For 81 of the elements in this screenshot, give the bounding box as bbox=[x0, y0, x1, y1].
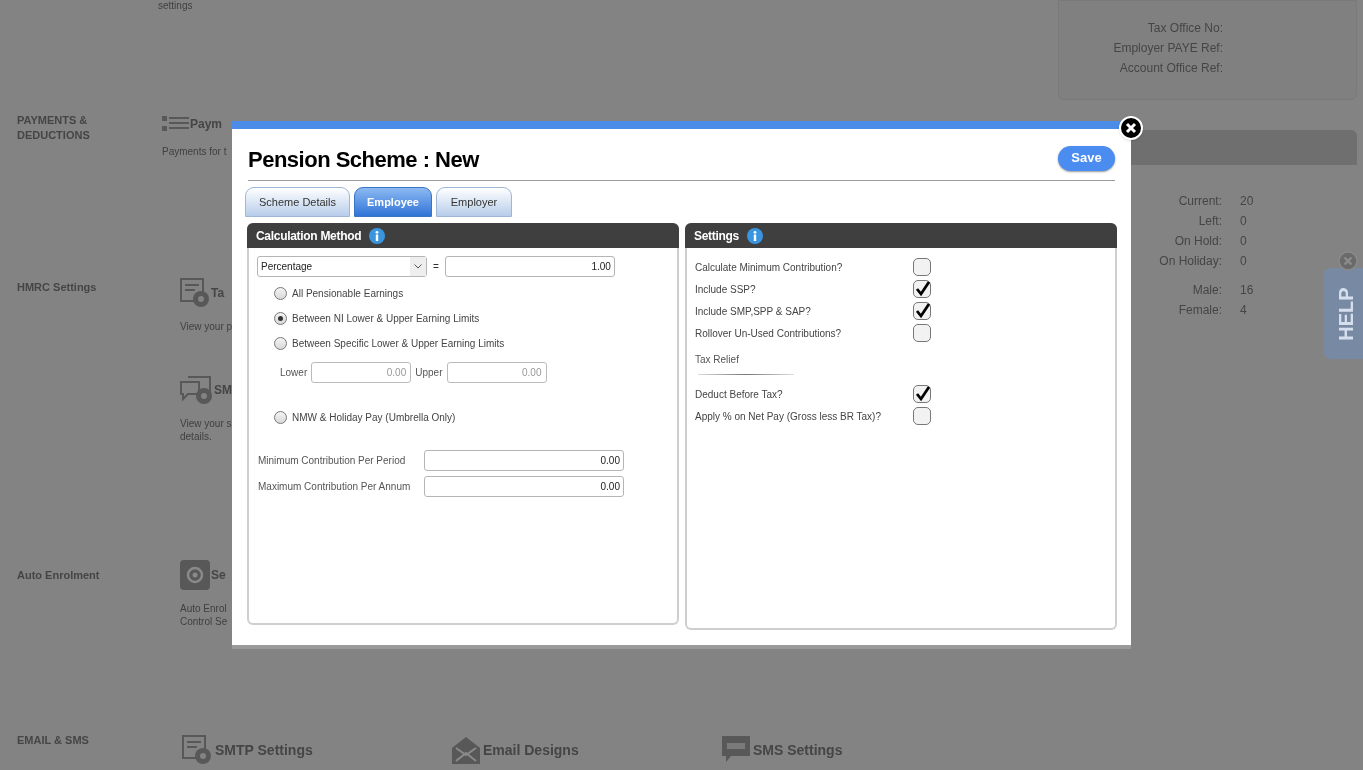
checkbox-label: Deduct Before Tax? bbox=[695, 387, 784, 402]
checkbox[interactable] bbox=[913, 280, 931, 298]
stat-label: On Hold: bbox=[1173, 233, 1222, 249]
chat-bubble-icon bbox=[722, 736, 750, 764]
item-description: Auto Enrol Control Se bbox=[180, 602, 228, 628]
document-gear-icon bbox=[182, 735, 212, 765]
section-label: Auto Enrolment bbox=[17, 568, 101, 583]
field-label: Minimum Contribution Per Period bbox=[258, 454, 407, 468]
item-description: View your s details. bbox=[180, 417, 233, 443]
stat-value: 4 bbox=[1240, 302, 1247, 318]
caret-icon bbox=[414, 264, 422, 269]
close-icon bbox=[1338, 251, 1358, 271]
item-description: View your p bbox=[180, 320, 233, 333]
tab[interactable]: Employer bbox=[436, 187, 512, 217]
contribution-field[interactable]: 0.00 bbox=[424, 476, 624, 497]
checkbox[interactable] bbox=[913, 324, 931, 342]
settings-link[interactable]: SMS Settings bbox=[753, 739, 843, 761]
list-icon bbox=[162, 116, 189, 132]
stat-label: On Holiday: bbox=[1158, 253, 1222, 269]
checkbox[interactable] bbox=[913, 385, 931, 403]
help-tab[interactable]: HELP bbox=[1323, 268, 1363, 359]
section-label: HMRC Settings bbox=[17, 280, 98, 295]
settings-link[interactable]: Paym bbox=[190, 115, 223, 133]
stat-value: 0 bbox=[1240, 233, 1247, 249]
stat-label: Left: bbox=[1197, 213, 1222, 229]
envelope-icon bbox=[452, 736, 480, 764]
checkbox-label: Include SMP,SPP & SAP? bbox=[695, 304, 812, 319]
settings-link[interactable]: SMTP Settings bbox=[215, 739, 313, 761]
stat-value: 16 bbox=[1240, 282, 1254, 298]
radio-button[interactable] bbox=[274, 411, 287, 424]
method-select[interactable]: Percentage bbox=[257, 256, 427, 277]
contribution-field[interactable]: 0.00 bbox=[424, 450, 624, 471]
field-label: Lower bbox=[280, 366, 308, 380]
stat-value: 0 bbox=[1240, 213, 1247, 229]
checkbox-label: Apply % on Net Pay (Gross less BR Tax)? bbox=[695, 409, 882, 424]
checkbox[interactable] bbox=[913, 302, 931, 320]
close-button[interactable] bbox=[1119, 116, 1143, 140]
settings-link[interactable]: Ta bbox=[211, 284, 225, 302]
checkbox[interactable] bbox=[913, 407, 931, 425]
field-label: Employer PAYE Ref: bbox=[1112, 40, 1223, 56]
item-description: Payments for t bbox=[162, 145, 227, 158]
save-button[interactable]: Save bbox=[1058, 145, 1115, 171]
field-label: Tax Office No: bbox=[1146, 20, 1223, 36]
radio-label: NMW & Holiday Pay (Umbrella Only) bbox=[292, 411, 456, 425]
section-label: EMAIL & SMS bbox=[17, 733, 90, 748]
stat-label: Male: bbox=[1191, 282, 1222, 298]
dialog-title: Pension Scheme : New bbox=[248, 146, 479, 174]
panel-title: Calculation Method bbox=[256, 227, 362, 245]
radio-button[interactable] bbox=[274, 337, 287, 350]
chat-gear-icon bbox=[180, 375, 213, 405]
radio-label: All Pensionable Earnings bbox=[292, 287, 404, 301]
stat-label: Female: bbox=[1177, 302, 1222, 318]
radio-label: Between Specific Lower & Upper Earning Limits bbox=[292, 337, 505, 351]
intro-text: settings bbox=[158, 0, 194, 12]
radio-button[interactable] bbox=[274, 287, 287, 300]
amount-field[interactable]: 1.00 bbox=[444, 256, 615, 277]
info-icon bbox=[746, 227, 763, 244]
field-label: Upper bbox=[415, 366, 443, 380]
settings-link[interactable]: Se bbox=[211, 566, 226, 584]
equals-sign: = bbox=[433, 260, 439, 274]
stat-value: 20 bbox=[1240, 193, 1254, 209]
section-heading: Tax Relief bbox=[695, 353, 740, 367]
settings-link[interactable]: SM bbox=[214, 381, 232, 399]
radio-button[interactable] bbox=[274, 312, 287, 325]
panel-title: Settings bbox=[694, 227, 739, 245]
checkbox-label: Rollover Un-Used Contributions? bbox=[695, 326, 843, 341]
field-label: Account Office Ref: bbox=[1118, 60, 1223, 76]
tab[interactable]: Scheme Details bbox=[245, 187, 350, 217]
tab[interactable]: Employee bbox=[354, 187, 432, 217]
stat-label: Current: bbox=[1177, 193, 1222, 209]
radio-label: Between NI Lower & Upper Earning Limits bbox=[292, 312, 480, 326]
section-label: PAYMENTS & DEDUCTIONS bbox=[17, 113, 91, 143]
info-icon bbox=[369, 227, 386, 244]
document-gear-icon bbox=[180, 278, 210, 308]
checkbox-label: Include SSP? bbox=[695, 282, 757, 297]
checkbox-label: Calculate Minimum Contribution? bbox=[695, 260, 844, 275]
checkbox[interactable] bbox=[913, 258, 931, 276]
stat-value: 0 bbox=[1240, 253, 1247, 269]
field-label: Maximum Contribution Per Annum bbox=[258, 480, 412, 494]
settings-link[interactable]: Email Designs bbox=[483, 739, 579, 761]
close-icon bbox=[1125, 122, 1137, 134]
